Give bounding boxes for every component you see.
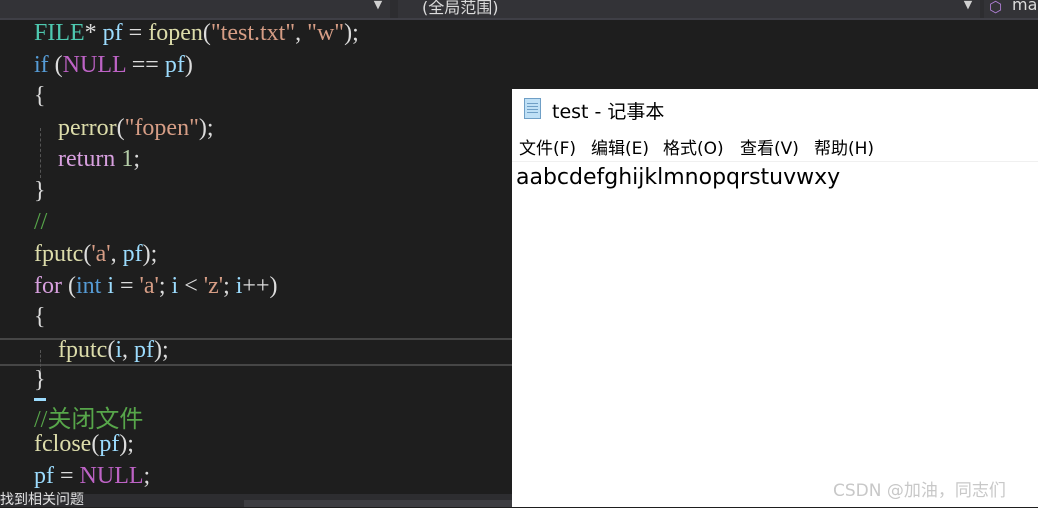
notepad-icon — [524, 98, 541, 119]
menu-bar: 文件(F) 编辑(E) 格式(O) 查看(V) 帮助(H) — [512, 134, 1038, 162]
menu-divider — [512, 161, 1038, 162]
editor-navigation-bar: ▼ (全局范围) ▼ ⬡ ma — [0, 0, 1038, 18]
code-line-7: // — [34, 209, 48, 235]
code-line-11: fputc(i, pf); — [58, 337, 169, 363]
chevron-down-icon[interactable]: ▼ — [372, 0, 384, 14]
menu-help[interactable]: 帮助(H) — [814, 134, 874, 159]
menu-file[interactable]: 文件(F) — [519, 134, 576, 159]
code-line-14: fclose(pf); — [34, 431, 134, 457]
error-list-bar: 找到相关问题 — [0, 492, 512, 508]
code-line-9: for (int i = 'a'; i < 'z'; i++) — [34, 273, 278, 299]
global-scope-dropdown[interactable]: (全局范围) ▼ — [398, 0, 980, 18]
csdn-watermark: CSDN @加油，同志们 — [833, 481, 1006, 501]
code-line-10: { — [34, 304, 46, 330]
code-line-1: FILE* pf = fopen("test.txt", "w"); — [34, 20, 359, 46]
code-line-3: { — [34, 83, 46, 109]
scope-dropdown-label: (全局范围) — [422, 0, 499, 17]
code-editor[interactable]: FILE* pf = fopen("test.txt", "w"); if (N… — [0, 20, 512, 494]
horizontal-scrollbar[interactable] — [244, 500, 512, 507]
file-scope-dropdown[interactable]: ▼ — [0, 0, 390, 18]
code-line-6: } — [34, 178, 46, 204]
cube-icon: ⬡ — [989, 0, 1003, 16]
window-title: test - 记事本 — [552, 101, 665, 123]
code-line-13: //关闭文件 — [34, 407, 144, 433]
code-line-2: if (NULL == pf) — [34, 52, 193, 78]
chevron-down-icon[interactable]: ▼ — [962, 0, 974, 14]
menu-view[interactable]: 查看(V) — [740, 134, 799, 159]
code-line-15: pf = NULL; — [34, 463, 151, 489]
code-line-8: fputc('a', pf); — [34, 241, 158, 267]
notepad-text-area[interactable]: aabcdefghijklmnopqrstuvwxy — [516, 165, 840, 190]
menu-format[interactable]: 格式(O) — [663, 134, 724, 159]
notepad-title-bar[interactable]: test - 记事本 — [512, 89, 1038, 127]
issues-status-text: 找到相关问题 — [0, 492, 84, 508]
notepad-window: test - 记事本 文件(F) 编辑(E) 格式(O) 查看(V) 帮助(H)… — [512, 89, 1038, 507]
project-dropdown[interactable]: ⬡ ma — [984, 0, 1038, 18]
code-line-12: } — [34, 367, 46, 393]
code-line-5: return 1; — [58, 146, 140, 172]
project-dropdown-label: ma — [1012, 0, 1038, 14]
menu-edit[interactable]: 编辑(E) — [591, 134, 649, 159]
code-line-4: perror("fopen"); — [58, 115, 214, 141]
